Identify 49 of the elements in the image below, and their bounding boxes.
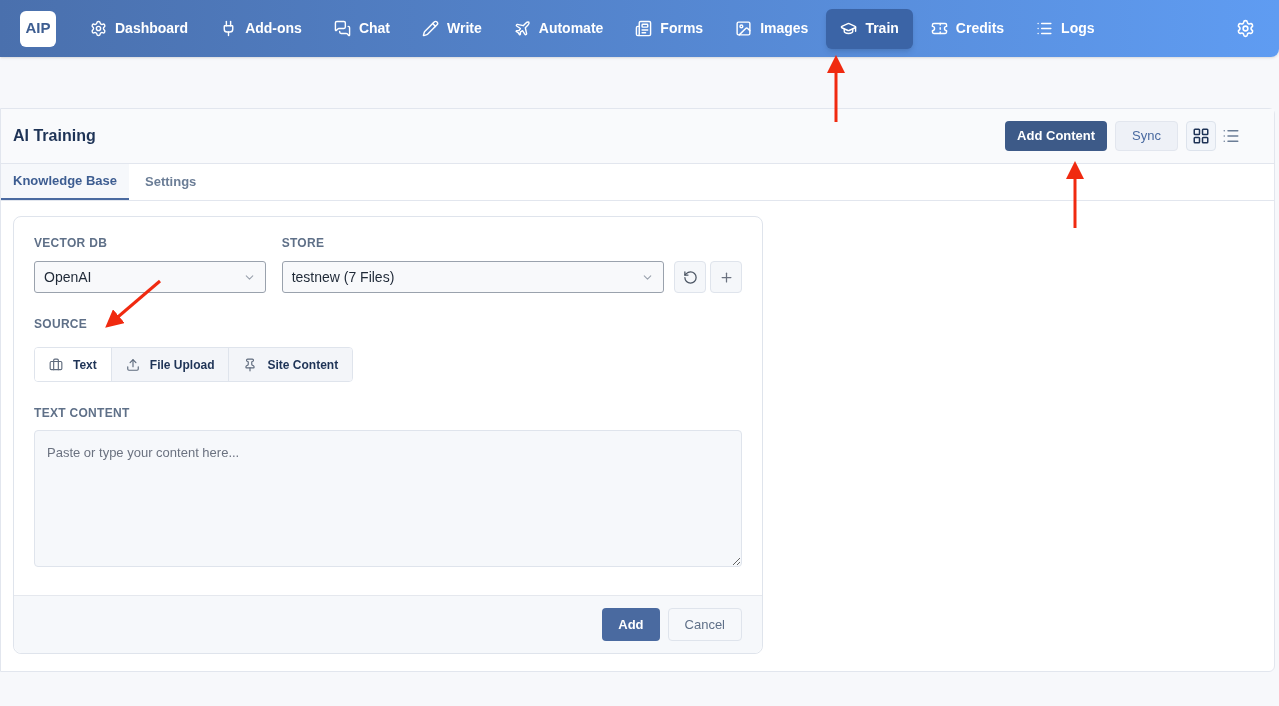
- source-option[interactable]: Site Content: [228, 348, 353, 381]
- store-select[interactable]: testnew (7 Files): [281, 261, 664, 293]
- field-label: TEXT CONTENT: [34, 405, 131, 422]
- chat-icon: [333, 20, 351, 37]
- logo[interactable]: AIP: [20, 10, 56, 47]
- upload-icon: [125, 357, 140, 372]
- graduation-cap-icon: [840, 20, 858, 37]
- nav-item[interactable]: Dashboard: [76, 8, 203, 49]
- list-icon: [1222, 127, 1240, 145]
- refresh-icon: [682, 269, 698, 285]
- view-toggle[interactable]: [1186, 121, 1216, 151]
- annotation-arrow: [827, 55, 845, 122]
- tab[interactable]: Settings: [129, 164, 213, 200]
- list-icon: [1036, 20, 1054, 37]
- vector-db-select[interactable]: OpenAI: [34, 261, 266, 293]
- nav-item[interactable]: Credits: [916, 8, 1019, 49]
- field-label: VECTOR DB: [34, 235, 109, 252]
- plane-icon: [513, 20, 531, 37]
- nav-item[interactable]: Forms: [621, 8, 718, 49]
- pencil-icon: [422, 20, 439, 37]
- nav-item[interactable]: Write: [408, 8, 496, 49]
- image-icon: [735, 20, 753, 37]
- tab[interactable]: Knowledge Base: [1, 164, 130, 200]
- form-action-button[interactable]: Add: [602, 608, 660, 641]
- nav-item[interactable]: Automate: [499, 8, 618, 49]
- source-option[interactable]: File Upload: [110, 348, 229, 381]
- page-title: AI Training: [13, 126, 96, 146]
- form-action-button[interactable]: Cancel: [667, 608, 742, 641]
- ticket-icon: [930, 20, 948, 37]
- field-label: STORE: [281, 235, 326, 252]
- nav-item[interactable]: Train: [826, 8, 913, 49]
- grid-icon: [1192, 127, 1210, 145]
- form-icon: [635, 20, 653, 37]
- nav-item[interactable]: Add-ons: [206, 8, 316, 49]
- field-label: SOURCE: [34, 316, 89, 333]
- text-content-field[interactable]: Paste or type your content here...: [34, 430, 742, 567]
- gear-icon: [90, 20, 107, 37]
- case-icon: [49, 357, 63, 372]
- header-button[interactable]: Add Content: [1005, 121, 1108, 151]
- nav-item[interactable]: Logs: [1022, 8, 1109, 49]
- refresh-button[interactable]: [674, 261, 706, 293]
- annotation-arrow: [1066, 161, 1084, 228]
- pin-icon: [243, 357, 258, 372]
- plus-icon: [718, 269, 734, 285]
- nav-item[interactable]: Images: [721, 8, 823, 49]
- annotation-arrow: [105, 279, 161, 328]
- header-button[interactable]: Sync: [1115, 121, 1178, 151]
- nav-item[interactable]: Chat: [319, 8, 404, 49]
- settings-icon[interactable]: [1236, 19, 1255, 38]
